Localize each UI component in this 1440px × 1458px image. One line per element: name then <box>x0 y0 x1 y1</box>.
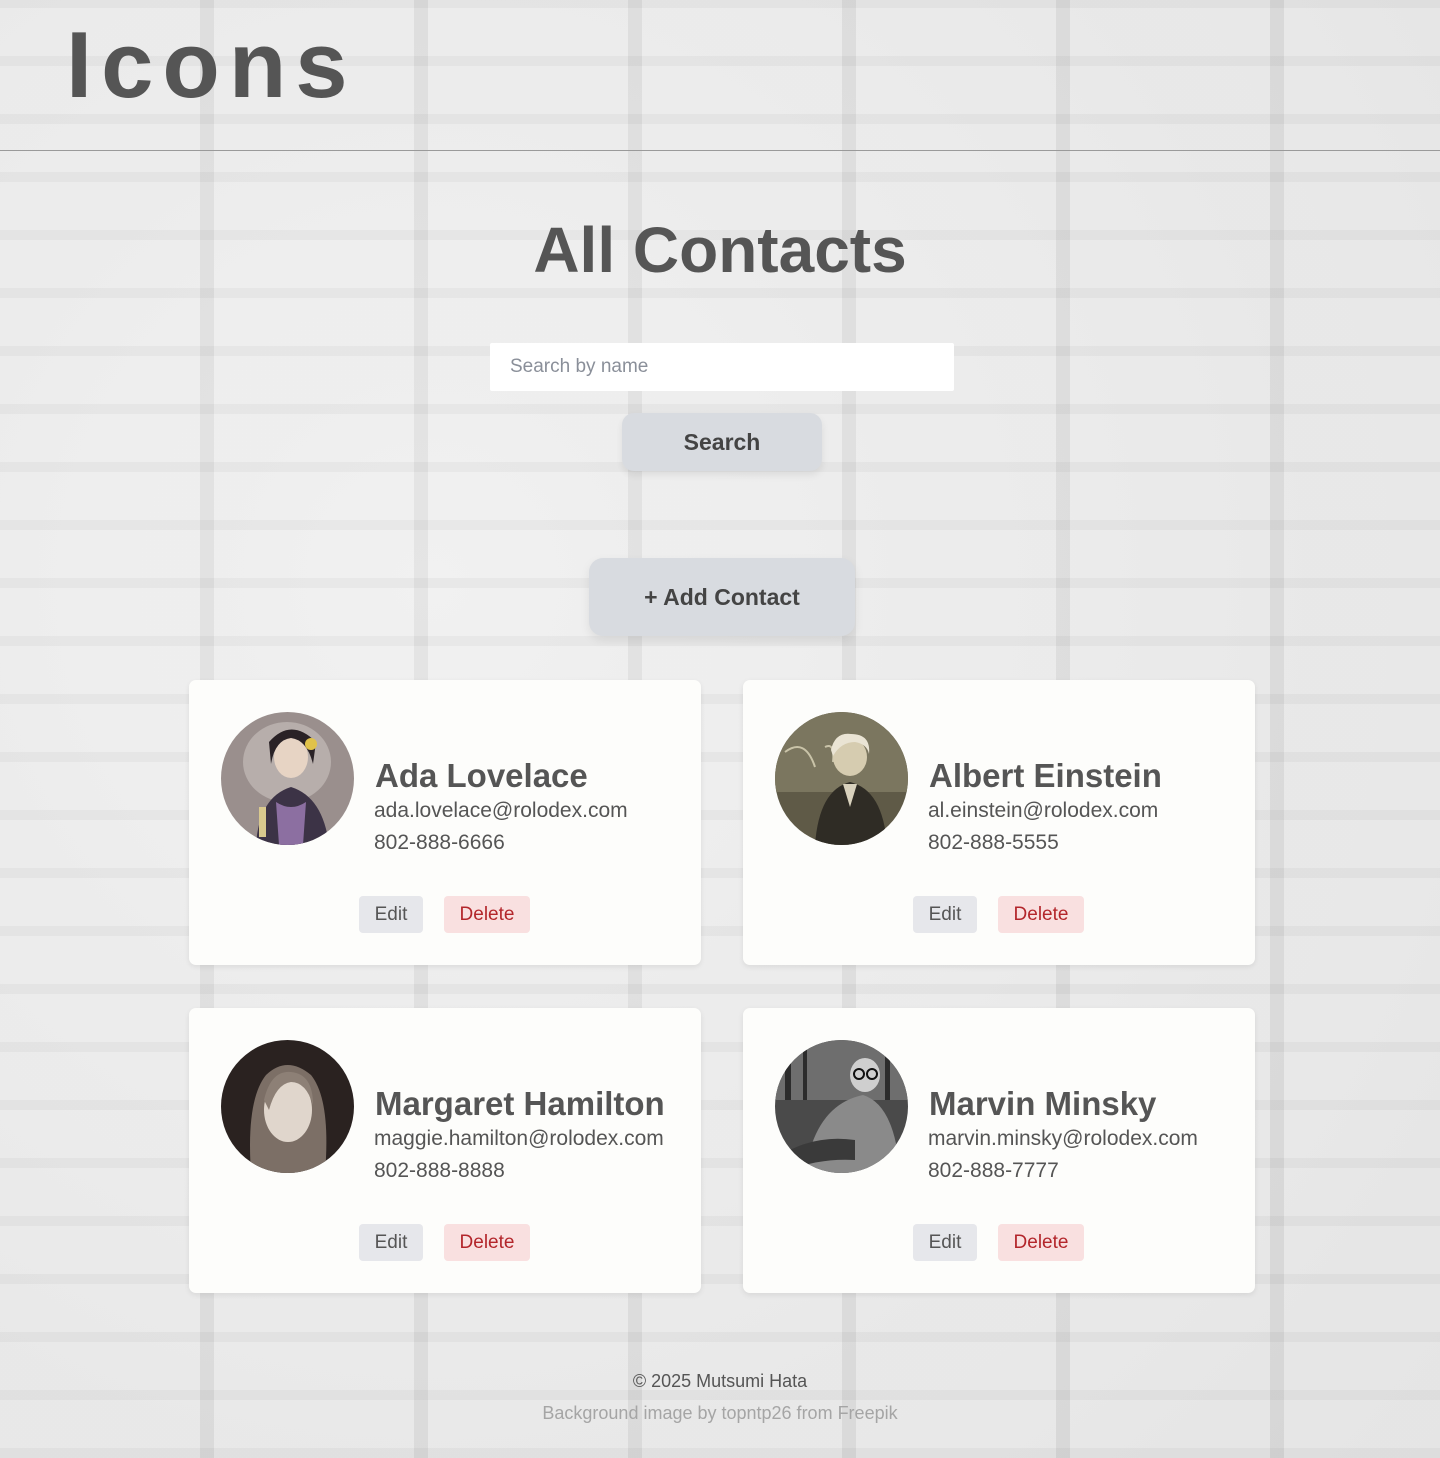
contact-phone: 802-888-6666 <box>374 831 505 854</box>
contact-email: ada.lovelace@rolodex.com <box>374 799 628 822</box>
contact-phone: 802-888-8888 <box>374 1159 505 1182</box>
site-logo[interactable]: Icons <box>66 18 357 112</box>
copyright-text: © 2025 Mutsumi Hata <box>632 1371 808 1391</box>
contact-email: marvin.minsky@rolodex.com <box>928 1127 1198 1150</box>
search-button[interactable]: Search <box>622 413 822 471</box>
contact-name: Albert Einstein <box>929 758 1162 794</box>
contact-email: maggie.hamilton@rolodex.com <box>374 1127 664 1150</box>
avatar <box>221 1040 354 1173</box>
avatar <box>775 1040 908 1173</box>
edit-button[interactable]: Edit <box>359 1224 423 1261</box>
add-contact-button[interactable]: + Add Contact <box>589 558 855 636</box>
contact-name: Marvin Minsky <box>929 1086 1157 1122</box>
background-credit: Background image by topntp26 from Freepi… <box>542 1403 898 1423</box>
contact-card: Margaret Hamilton maggie.hamilton@rolode… <box>189 1008 701 1293</box>
contact-phone: 802-888-5555 <box>928 831 1059 854</box>
contact-card: Marvin Minsky marvin.minsky@rolodex.com … <box>743 1008 1255 1293</box>
avatar <box>221 712 354 845</box>
delete-button[interactable]: Delete <box>998 896 1084 933</box>
delete-button[interactable]: Delete <box>444 1224 530 1261</box>
contact-phone: 802-888-7777 <box>928 1159 1059 1182</box>
contact-name: Margaret Hamilton <box>375 1086 665 1122</box>
edit-button[interactable]: Edit <box>359 896 423 933</box>
edit-button[interactable]: Edit <box>913 896 977 933</box>
contact-card: Ada Lovelace ada.lovelace@rolodex.com 80… <box>189 680 701 965</box>
edit-button[interactable]: Edit <box>913 1224 977 1261</box>
delete-button[interactable]: Delete <box>444 896 530 933</box>
delete-button[interactable]: Delete <box>998 1224 1084 1261</box>
contact-email: al.einstein@rolodex.com <box>928 799 1159 822</box>
page-title: All Contacts <box>533 214 907 286</box>
contact-card: Albert Einstein al.einstein@rolodex.com … <box>743 680 1255 965</box>
search-input[interactable] <box>490 343 954 391</box>
avatar <box>775 712 908 845</box>
site-header: Icons <box>0 0 1440 151</box>
contact-name: Ada Lovelace <box>375 758 588 794</box>
